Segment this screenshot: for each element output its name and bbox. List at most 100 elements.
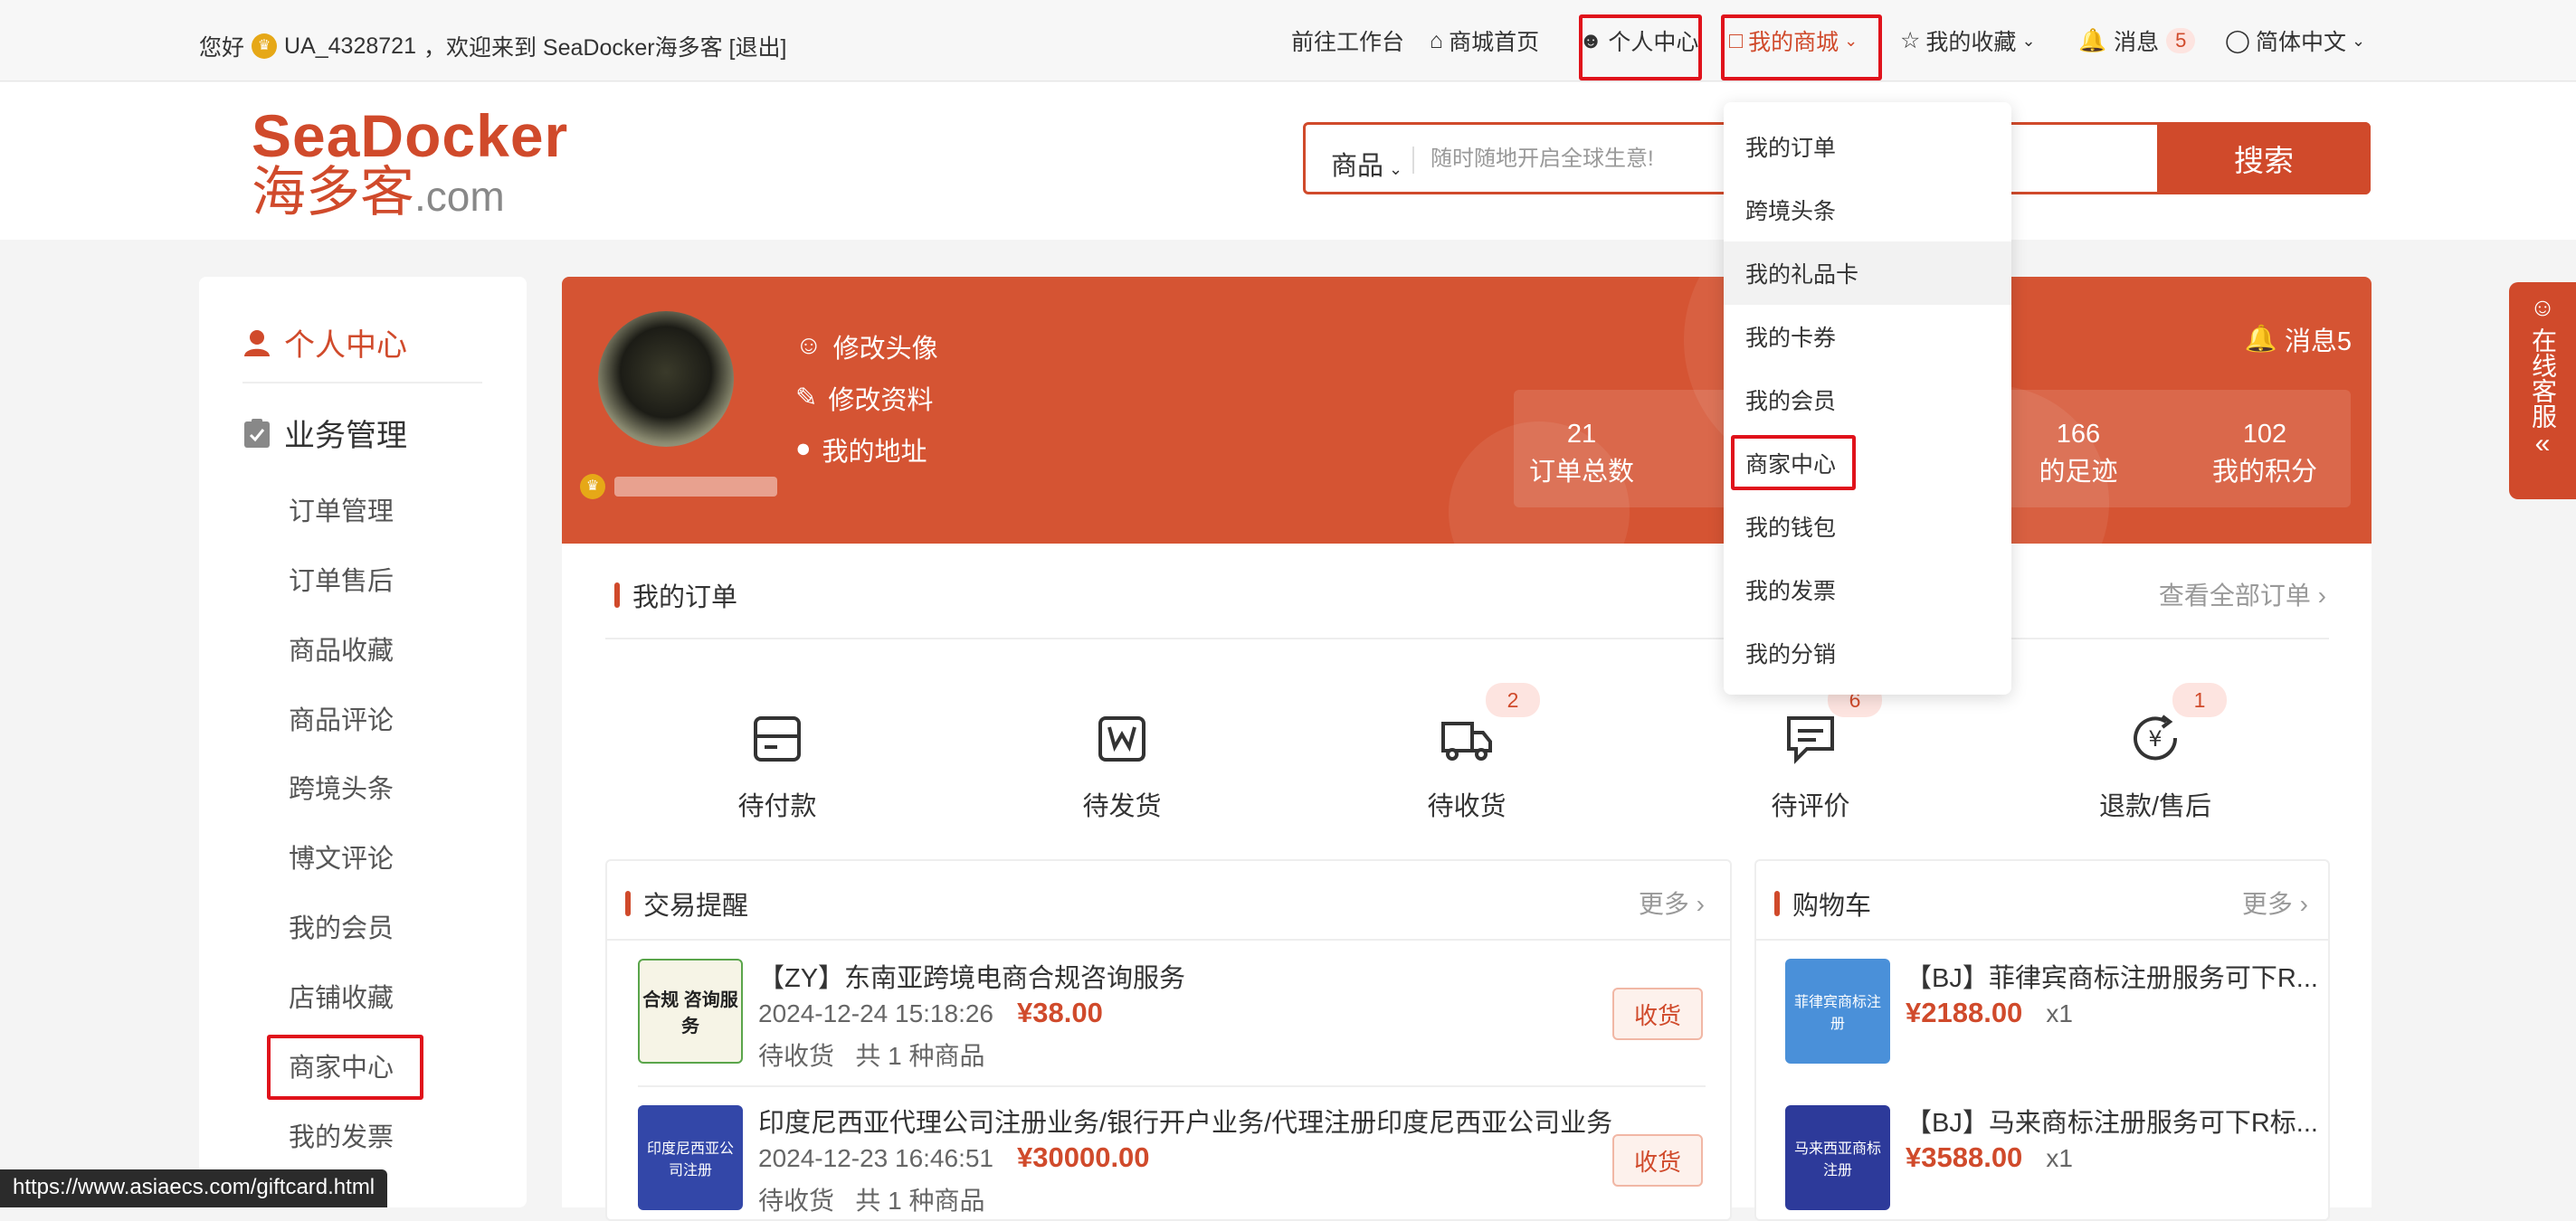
- dropdown-item-distribution[interactable]: 我的分销: [1724, 621, 2011, 685]
- sidebar-item-order-management[interactable]: 订单管理: [289, 490, 394, 528]
- product-thumbnail[interactable]: 合规 咨询服务: [638, 959, 743, 1064]
- bell-icon: 🔔: [2244, 325, 2277, 354]
- search-divider: [1412, 147, 1414, 174]
- dropdown-item-cross-border-news[interactable]: 跨境头条: [1724, 178, 2011, 241]
- globe-icon: ◯: [2225, 28, 2250, 53]
- profile-banner: ♛ ☺ 修改头像 ✎ 修改资料 ● 我的地址 🔔 消息5 21 订单总数 166 的足迹 1…: [562, 277, 2372, 544]
- logo[interactable]: SeaDocker 海多客.com: [252, 104, 568, 225]
- sidebar-item-blog-comments[interactable]: 博文评论: [289, 838, 394, 876]
- cart-row[interactable]: 马来西亚商标注册 【BJ】马来商标注册服务可下R标... ¥3588.00 x1: [1756, 1085, 2328, 1219]
- order-status-refund-aftersale[interactable]: ¥ 退款/售后: [2065, 711, 2246, 823]
- cart-title: 购物车: [1774, 885, 1871, 923]
- trade-item-meta: 2024-12-23 16:46:51 ¥30000.00: [758, 1141, 1150, 1173]
- order-status-pending-shipment[interactable]: 待发货: [1031, 711, 1212, 823]
- nav-language[interactable]: ◯ 简体中文 ⌄: [2225, 0, 2365, 81]
- trade-more-link[interactable]: 更多 ›: [1639, 885, 1705, 921]
- highlight-box-sidebar-merchant-center: [267, 1035, 423, 1100]
- sidebar-personal-center[interactable]: 个人中心: [242, 320, 407, 364]
- crown-icon: ♛: [580, 474, 605, 499]
- crown-icon: ♛: [252, 33, 278, 59]
- sidebar-item-product-favorites[interactable]: 商品收藏: [289, 629, 394, 667]
- cart-row[interactable]: 菲律宾商标注册 【BJ】菲律宾商标注册服务可下R... ¥2188.00 x1: [1756, 939, 2328, 1085]
- order-status-pending-payment[interactable]: 待付款: [687, 711, 868, 823]
- receive-button[interactable]: 收货: [1612, 988, 1703, 1040]
- cart-item-meta: ¥2188.00 x1: [1906, 997, 2073, 1028]
- cart-more-link[interactable]: 更多 ›: [2242, 885, 2308, 921]
- dropdown-item-coupons[interactable]: 我的卡券: [1724, 305, 2011, 368]
- product-thumbnail[interactable]: 菲律宾商标注册: [1785, 959, 1890, 1064]
- product-thumbnail[interactable]: 印度尼西亚公司注册: [638, 1105, 743, 1210]
- username: UA_4328721: [284, 33, 416, 59]
- nav-home[interactable]: ⌂ 商城首页: [1430, 0, 1539, 81]
- order-status-pending-review[interactable]: 待评价: [1720, 711, 1901, 823]
- stat-footprints[interactable]: 166 的足迹: [2033, 415, 2124, 491]
- trade-row[interactable]: 合规 咨询服务 【ZY】东南亚跨境电商合规咨询服务 2024-12-24 15:…: [607, 939, 1730, 1085]
- trade-item-title[interactable]: 印度尼西亚代理公司注册业务/银行开户业务/代理注册印度尼西亚公司业务: [758, 1102, 1612, 1140]
- nav-favorites[interactable]: ☆ 我的收藏 ⌄: [1900, 0, 2036, 81]
- order-status-pending-receipt[interactable]: 待收货: [1376, 711, 1557, 823]
- location-pin-icon: ●: [795, 434, 812, 463]
- chevron-down-icon: ⌄: [1389, 160, 1403, 178]
- comment-icon: [1787, 716, 1834, 764]
- stat-total-orders[interactable]: 21 订单总数: [1523, 415, 1640, 491]
- sidebar-divider: [242, 382, 482, 383]
- chevron-right-icon: ›: [2299, 890, 2308, 918]
- blurred-username: [614, 477, 777, 497]
- chevron-down-icon: ⌄: [2021, 31, 2036, 50]
- sidebar-item-product-reviews[interactable]: 商品评论: [289, 699, 394, 737]
- dropdown-item-my-orders[interactable]: 我的订单: [1724, 115, 2011, 178]
- cart-item-title[interactable]: 【BJ】马来商标注册服务可下R标...: [1906, 1102, 2318, 1140]
- sidebar-item-cross-border-news[interactable]: 跨境头条: [289, 768, 394, 806]
- dropdown-item-invoices[interactable]: 我的发票: [1724, 558, 2011, 621]
- trade-item-status: 待收货 共 1 种商品: [758, 1187, 985, 1215]
- user-icon: [244, 329, 270, 356]
- view-all-orders-link[interactable]: 查看全部订单 ›: [2159, 576, 2326, 612]
- online-service-tab[interactable]: ☺ 在线客服 «: [2509, 282, 2576, 499]
- pending-receipt-badge: 2: [1486, 683, 1540, 717]
- profile-links: ☺ 修改头像 ✎ 修改资料 ● 我的地址: [795, 320, 938, 475]
- cart-item-meta: ¥3588.00 x1: [1906, 1141, 2073, 1173]
- double-chevron-left-icon: «: [2534, 429, 2551, 459]
- my-address-link[interactable]: ● 我的地址: [795, 423, 938, 475]
- sidebar-item-store-favorites[interactable]: 店铺收藏: [289, 977, 394, 1015]
- refund-icon: ¥: [2134, 715, 2178, 761]
- top-bar: 您好 ♛ UA_4328721 ，欢迎来到 SeaDocker海多客 [退出] …: [0, 0, 2576, 81]
- highlight-box-personal-center: [1579, 14, 1702, 80]
- bell-icon: 🔔: [2078, 27, 2107, 53]
- dropdown-item-membership[interactable]: 我的会员: [1724, 368, 2011, 431]
- chevron-down-icon: ⌄: [2352, 31, 2366, 50]
- banner-messages[interactable]: 🔔 消息5: [2245, 320, 2352, 358]
- edit-avatar-link[interactable]: ☺ 修改头像: [795, 320, 938, 372]
- nav-workbench[interactable]: 前往工作台: [1291, 0, 1404, 81]
- search-category-select[interactable]: 商品 ⌄: [1331, 145, 1402, 183]
- avatar[interactable]: [598, 311, 734, 447]
- star-icon: ☆: [1900, 28, 1921, 53]
- trade-row[interactable]: 印度尼西亚公司注册 印度尼西亚代理公司注册业务/银行开户业务/代理注册印度尼西亚…: [607, 1085, 1730, 1219]
- stat-my-points[interactable]: 102 我的积分: [2197, 415, 2333, 491]
- divider: [605, 638, 2329, 639]
- sidebar-item-order-aftersale[interactable]: 订单售后: [289, 560, 394, 598]
- nav-messages[interactable]: 🔔 消息 5: [2078, 0, 2196, 81]
- greeting-suffix[interactable]: ，欢迎来到 SeaDocker海多客 [退出]: [423, 30, 786, 62]
- truck-icon: [1441, 722, 1492, 761]
- search-button[interactable]: 搜索: [2157, 122, 2371, 194]
- wallet-icon: [754, 716, 801, 762]
- trade-item-meta: 2024-12-24 15:18:26 ¥38.00: [758, 997, 1103, 1028]
- greeting-prefix: 您好: [199, 35, 245, 61]
- product-thumbnail[interactable]: 马来西亚商标注册: [1785, 1105, 1890, 1210]
- highlight-box-my-mall: [1721, 14, 1882, 80]
- sidebar-business-management: 业务管理: [242, 411, 407, 455]
- cart-item-title[interactable]: 【BJ】菲律宾商标注册服务可下R...: [1906, 957, 2318, 995]
- edit-profile-link[interactable]: ✎ 修改资料: [795, 372, 938, 423]
- chat-face-icon: ☺: [2529, 293, 2556, 321]
- sidebar-item-my-invoices[interactable]: 我的发票: [289, 1116, 394, 1154]
- avatar-name: ♛: [580, 474, 777, 499]
- package-icon: [1098, 716, 1145, 762]
- dropdown-item-gift-cards[interactable]: 我的礼品卡: [1724, 241, 2011, 305]
- dropdown-item-wallet[interactable]: 我的钱包: [1724, 495, 2011, 558]
- chevron-right-icon: ›: [1696, 890, 1705, 918]
- sidebar-item-my-membership[interactable]: 我的会员: [289, 907, 394, 945]
- browser-status-bar: https://www.asiaecs.com/giftcard.html: [0, 1169, 388, 1207]
- trade-item-title[interactable]: 【ZY】东南亚跨境电商合规咨询服务: [758, 957, 1185, 995]
- receive-button[interactable]: 收货: [1612, 1134, 1703, 1187]
